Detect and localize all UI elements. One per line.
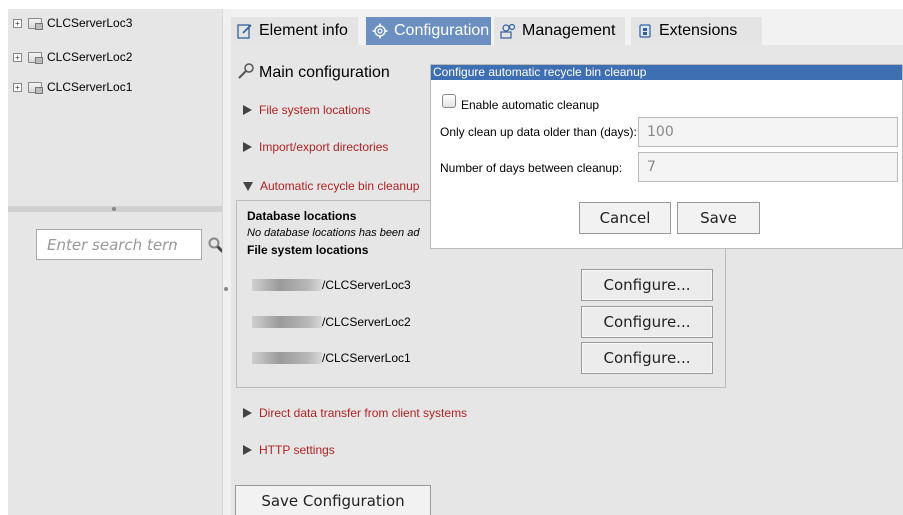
tree-item-clcserverloc1[interactable]: + CLCServerLoc1 [8, 77, 132, 97]
tab-configuration[interactable]: Configuration [366, 17, 491, 45]
server-location-icon [28, 81, 43, 94]
plugin-icon [637, 23, 653, 39]
location-path-row: /CLCServerLoc3 [252, 277, 411, 293]
tab-label: Configuration [394, 22, 490, 39]
tab-element-info[interactable]: Element info [231, 17, 358, 45]
older-than-label: Only clean up data older than (days): [440, 125, 637, 139]
interval-days-input[interactable] [638, 152, 898, 182]
navigation-pane: + CLCServerLoc3 + CLCServerLoc2 + CLCSer… [8, 9, 226, 515]
expand-arrow-icon [243, 105, 252, 115]
expand-icon[interactable]: + [13, 18, 22, 28]
configure-button[interactable]: Configure... [581, 269, 713, 301]
horizontal-splitter[interactable] [8, 206, 222, 212]
splitter-handle-icon[interactable] [112, 207, 116, 211]
expand-arrow-icon [243, 142, 252, 152]
location-path-row: /CLCServerLoc2 [252, 314, 411, 330]
section-import-export[interactable]: Import/export directories [243, 140, 388, 154]
save-button[interactable]: Save [677, 202, 760, 234]
dialog-title: Configure automatic recycle bin cleanup [431, 65, 902, 80]
main-configuration-header: Main configuration [231, 58, 431, 88]
section-label[interactable]: HTTP settings [259, 443, 335, 457]
search-input[interactable] [47, 235, 177, 254]
recycle-cleanup-dialog: Configure automatic recycle bin cleanup … [430, 64, 903, 249]
section-file-system-locations[interactable]: File system locations [243, 103, 370, 117]
database-locations-heading: Database locations [247, 209, 357, 223]
search-box[interactable] [36, 229, 226, 260]
tab-label: Extensions [659, 22, 738, 39]
configure-button[interactable]: Configure... [581, 342, 713, 374]
database-empty-text: No database locations has been ad [247, 227, 420, 239]
enable-cleanup-label[interactable]: Enable automatic cleanup [461, 98, 599, 112]
tree-item-clcserverloc3[interactable]: + CLCServerLoc3 [8, 13, 132, 33]
server-location-icon [28, 51, 43, 64]
expand-arrow-icon [243, 408, 252, 418]
server-location-icon [28, 17, 43, 30]
section-label[interactable]: File system locations [259, 103, 370, 117]
location-path: /CLCServerLoc2 [322, 315, 411, 329]
redacted-path [252, 352, 322, 364]
section-label[interactable]: Import/export directories [259, 140, 388, 154]
people-icon [500, 23, 516, 39]
tree-item-label: CLCServerLoc3 [47, 16, 133, 30]
tab-label: Element info [259, 22, 348, 39]
configure-button[interactable]: Configure... [581, 306, 713, 338]
expand-icon[interactable]: + [13, 82, 22, 92]
section-label[interactable]: Direct data transfer from client systems [259, 406, 467, 420]
page-title: Main configuration [259, 64, 390, 81]
location-path: /CLCServerLoc1 [322, 351, 411, 365]
key-icon [237, 62, 255, 85]
file-system-locations-heading: File system locations [247, 243, 369, 257]
location-path-row: /CLCServerLoc1 [252, 350, 411, 366]
expand-arrow-icon [243, 445, 252, 455]
location-path: /CLCServerLoc3 [322, 278, 411, 292]
interval-label: Number of days between cleanup: [440, 161, 623, 175]
collapse-arrow-icon [243, 181, 253, 191]
older-than-days-input[interactable] [638, 117, 898, 147]
edit-icon [237, 23, 253, 39]
redacted-path [252, 279, 322, 291]
redacted-path [252, 316, 322, 328]
vertical-splitter[interactable] [222, 9, 231, 515]
tab-extensions[interactable]: Extensions [631, 17, 762, 45]
section-http-settings[interactable]: HTTP settings [243, 443, 335, 457]
cancel-button[interactable]: Cancel [579, 202, 671, 234]
section-label[interactable]: Automatic recycle bin cleanup [260, 179, 419, 193]
section-recycle-bin[interactable]: Automatic recycle bin cleanup [243, 179, 419, 193]
enable-cleanup-checkbox[interactable] [442, 94, 456, 108]
save-configuration-button[interactable]: Save Configuration [235, 485, 431, 515]
tab-management[interactable]: Management [494, 17, 625, 45]
tree-item-clcserverloc2[interactable]: + CLCServerLoc2 [8, 47, 132, 67]
section-direct-transfer[interactable]: Direct data transfer from client systems [243, 406, 467, 420]
expand-icon[interactable]: + [13, 52, 22, 62]
tree-item-label: CLCServerLoc2 [47, 50, 133, 64]
splitter-handle-icon[interactable] [224, 287, 228, 291]
tab-bar: Element info Configuration Management Ex… [231, 9, 903, 45]
gear-icon [372, 23, 388, 39]
tab-label: Management [522, 22, 616, 39]
tree-item-label: CLCServerLoc1 [47, 80, 133, 94]
